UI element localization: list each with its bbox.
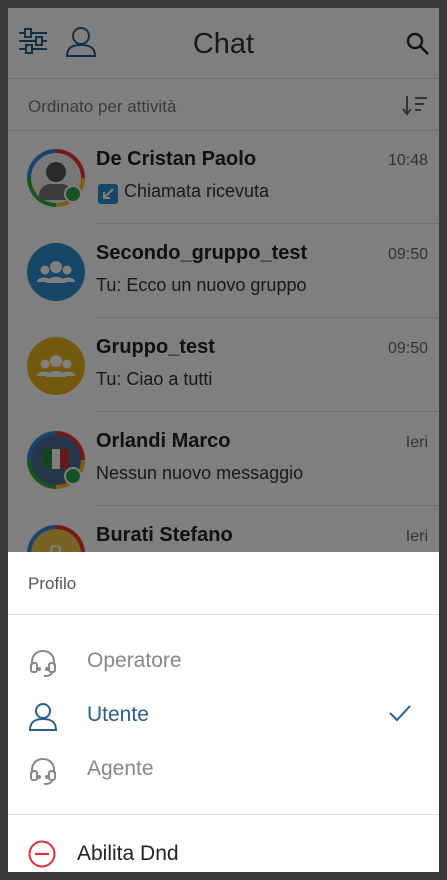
checkmark-icon bbox=[389, 704, 411, 727]
enable-dnd-button[interactable]: Abilita Dnd bbox=[8, 832, 439, 872]
app-screen: Chat Ordinato per attività bbox=[8, 8, 439, 872]
dnd-icon bbox=[28, 840, 56, 872]
profile-option-agente[interactable]: Agente bbox=[8, 744, 439, 796]
divider bbox=[8, 614, 439, 615]
option-label: Agente bbox=[87, 757, 154, 780]
headset-icon bbox=[28, 756, 58, 791]
option-label: Utente bbox=[87, 703, 149, 726]
user-icon bbox=[28, 702, 58, 737]
option-label: Operatore bbox=[87, 649, 182, 672]
profile-option-operatore[interactable]: Operatore bbox=[8, 636, 439, 688]
profile-bottom-sheet: Profilo Operatore Utente Agente Abilita … bbox=[8, 552, 439, 872]
sheet-title: Profilo bbox=[28, 574, 77, 593]
dnd-label: Abilita Dnd bbox=[77, 842, 179, 865]
divider bbox=[8, 814, 439, 815]
profile-option-utente[interactable]: Utente bbox=[8, 690, 439, 742]
modal-scrim[interactable] bbox=[8, 8, 439, 552]
headset-icon bbox=[28, 648, 58, 683]
